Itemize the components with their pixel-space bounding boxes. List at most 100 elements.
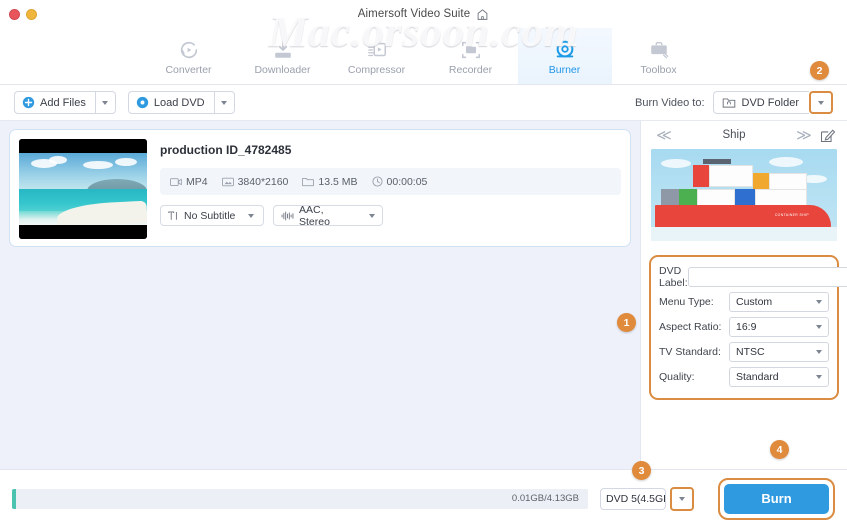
- tab-label: Compressor: [347, 63, 406, 76]
- setting-value: Custom: [736, 296, 773, 308]
- setting-row-menu-type: Menu Type: Custom: [659, 292, 829, 312]
- home-icon[interactable]: [476, 8, 489, 21]
- edit-pencil-icon[interactable]: [817, 128, 837, 143]
- meta-filesize: 13.5 MB: [302, 175, 358, 188]
- setting-value: NTSC: [736, 346, 765, 358]
- tab-burner[interactable]: Burner: [517, 28, 612, 84]
- load-dvd-dropdown-toggle[interactable]: [213, 91, 235, 114]
- template-name: Ship: [722, 129, 746, 141]
- window-controls: [9, 9, 37, 20]
- screen-record-icon: [460, 37, 482, 61]
- video-thumbnail: [19, 139, 147, 239]
- close-button[interactable]: [9, 9, 20, 20]
- subtitle-select[interactable]: No Subtitle: [160, 205, 264, 226]
- meta-value: 00:00:05: [386, 175, 428, 188]
- file-size-icon: [302, 177, 315, 187]
- progress-text: 0.01GB/4.13GB: [511, 493, 579, 504]
- chevron-down-icon: [816, 350, 822, 354]
- file-name: production ID_4782485: [160, 143, 292, 157]
- burn-button[interactable]: Burn: [724, 483, 829, 514]
- compress-video-icon: [366, 37, 388, 61]
- disc-usage-progress: 0.01GB/4.13GB: [12, 488, 588, 509]
- disc-icon: [136, 96, 149, 109]
- dvd-settings-panel: DVD Label: Menu Type: Custom Aspect Rati…: [649, 255, 847, 400]
- setting-label: DVD Label:: [659, 265, 688, 289]
- chevron-right-double-icon[interactable]: ≫: [791, 126, 817, 144]
- destination-value: DVD Folder: [741, 96, 799, 109]
- minimize-button[interactable]: [26, 9, 37, 20]
- setting-value: Standard: [736, 371, 779, 383]
- resolution-icon: [221, 177, 234, 187]
- disc-type-select[interactable]: DVD 5(4.5GB): [600, 487, 666, 510]
- tv-standard-select[interactable]: NTSC: [729, 342, 829, 362]
- clock-duration-icon: [371, 176, 383, 187]
- plus-circle-icon: [22, 96, 35, 109]
- main-tab-bar: Converter Downloader Compressor Recorder…: [0, 28, 847, 85]
- tab-label: Toolbox: [640, 63, 677, 76]
- menu-template-preview[interactable]: CONTAINER SHIP: [651, 149, 837, 241]
- tab-toolbox[interactable]: Toolbox: [612, 28, 706, 84]
- disc-burner-icon: [554, 37, 576, 61]
- progress-fill: [12, 488, 16, 509]
- tab-downloader[interactable]: Downloader: [236, 28, 330, 84]
- setting-row-tv-standard: TV Standard: NTSC: [659, 342, 829, 362]
- load-dvd-group: Load DVD: [127, 91, 235, 114]
- burner-settings-pane: ≪ Ship ≫ CONTAINER SHIP DVD Label: Menu …: [640, 121, 847, 469]
- title-bar: Aimersoft Video Suite: [0, 0, 847, 28]
- dvd-label-input[interactable]: [687, 267, 847, 287]
- chevron-down-icon: [369, 213, 375, 218]
- chevron-down-icon: [816, 325, 822, 329]
- audio-value: AAC, Stereo: [299, 203, 330, 228]
- subtitle-value: No Subtitle: [184, 209, 236, 222]
- audio-waveform-icon: [281, 211, 294, 221]
- disc-type-dropdown-toggle[interactable]: [670, 486, 694, 511]
- setting-row-quality: Quality: Standard: [659, 367, 829, 387]
- disc-type-value: DVD 5(4.5GB): [606, 492, 665, 505]
- tab-label: Burner: [548, 63, 581, 76]
- burn-video-to-label: Burn Video to:: [635, 96, 705, 109]
- video-format-icon: [170, 177, 182, 187]
- aspect-ratio-select[interactable]: 16:9: [729, 317, 829, 337]
- chevron-down-icon: [679, 496, 685, 501]
- action-bar: Add Files Load DVD Burn Video to: DVD Fo…: [0, 85, 847, 121]
- burn-button-highlight: Burn: [718, 477, 835, 520]
- track-selectors: No Subtitle AAC, Stereo: [160, 203, 621, 228]
- subtitle-text-icon: [168, 210, 179, 221]
- badge-2: 2: [810, 61, 829, 80]
- meta-value: 13.5 MB: [318, 175, 358, 188]
- badge-3: 3: [632, 461, 651, 480]
- meta-value: 3840*2160: [237, 175, 289, 188]
- load-dvd-button[interactable]: Load DVD: [127, 91, 214, 114]
- audio-select[interactable]: AAC, Stereo: [273, 203, 383, 228]
- download-arrow-icon: [272, 37, 294, 61]
- destination-button[interactable]: DVD Folder: [712, 91, 809, 114]
- chevron-down-icon: [221, 100, 228, 105]
- meta-duration: 00:00:05: [371, 175, 428, 188]
- ship-label: CONTAINER SHIP: [774, 213, 809, 217]
- add-files-dropdown-toggle[interactable]: [94, 91, 116, 114]
- file-list-item[interactable]: production ID_4782485 MP4 3840*2160 13.5…: [9, 129, 631, 247]
- add-files-button[interactable]: Add Files: [14, 91, 95, 114]
- file-meta-strip: MP4 3840*2160 13.5 MB 00:00:05: [160, 168, 621, 195]
- setting-label: Menu Type:: [659, 296, 714, 308]
- chevron-left-double-icon[interactable]: ≪: [651, 126, 677, 144]
- quality-select[interactable]: Standard: [729, 367, 829, 387]
- setting-label: Aspect Ratio:: [659, 321, 722, 333]
- menu-type-select[interactable]: Custom: [729, 292, 829, 312]
- tab-converter[interactable]: Converter: [142, 28, 236, 84]
- toolbox-icon: [648, 37, 670, 61]
- app-title-text: Aimersoft Video Suite: [357, 8, 471, 20]
- badge-1: 1: [617, 313, 636, 332]
- chevron-down-icon: [818, 100, 824, 105]
- tab-compressor[interactable]: Compressor: [330, 28, 424, 84]
- tab-recorder[interactable]: Recorder: [424, 28, 518, 84]
- app-title: Aimersoft Video Suite: [358, 8, 489, 21]
- convert-refresh-icon: [178, 37, 200, 61]
- file-info: production ID_4782485 MP4 3840*2160 13.5…: [160, 139, 621, 237]
- load-dvd-label: Load DVD: [153, 96, 205, 109]
- setting-value: 16:9: [736, 321, 757, 333]
- destination-dropdown-toggle[interactable]: [809, 91, 833, 114]
- main-content: production ID_4782485 MP4 3840*2160 13.5…: [0, 121, 847, 469]
- template-navigation: ≪ Ship ≫: [641, 121, 847, 149]
- meta-resolution: 3840*2160: [221, 175, 289, 188]
